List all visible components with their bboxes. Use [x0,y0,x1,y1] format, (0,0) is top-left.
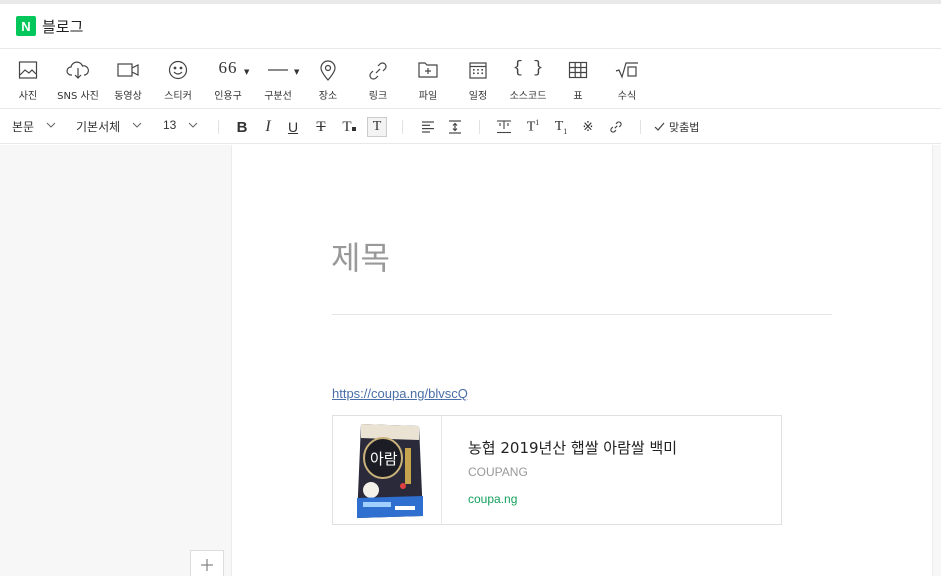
video-button[interactable]: 동영상 [112,49,144,109]
reference-mark-icon: ※ [582,119,594,135]
title-divider [332,314,832,315]
place-button[interactable]: 장소 [314,49,342,109]
paragraph-style-select[interactable]: 본문 [12,118,34,135]
subscript-icon: T1 [554,118,568,136]
sns-photo-button[interactable]: SNS 사진 [54,49,102,109]
chevron-down-icon[interactable] [131,119,143,131]
video-label: 동영상 [114,91,142,102]
card-site-name: COUPANG [468,465,528,479]
calendar-icon [469,62,487,79]
separator [640,120,641,134]
product-thumbnail: 아람 [333,416,442,524]
naver-logo[interactable]: N [16,16,36,36]
background-color-button[interactable]: T [367,117,387,137]
card-domain: coupa.ng [468,492,518,506]
font-size-select[interactable]: 13 [163,118,176,132]
og-link-card[interactable]: 아람 농협 2019년산 햅쌀 아람쌀 백미 COUPANG coupa.ng [332,415,782,525]
letter-spacing-icon [497,120,511,134]
smiley-icon [168,60,188,80]
quote-dropdown-icon[interactable]: ▼ [244,68,249,76]
square-root-icon [615,62,638,79]
italic-icon: I [265,118,271,135]
table-label: 표 [573,91,583,102]
link-icon [610,121,622,133]
italic-button[interactable]: I [260,117,276,137]
spellcheck-button[interactable]: 맞춤법 [654,117,699,137]
left-margin-pane [0,145,232,576]
source-code-button[interactable]: { } 소스코드 [506,49,550,109]
format-toolbar: 본문 기본서체 13 B I U T T T T1 T1 ※ 맞춤법 [0,110,941,144]
spellcheck-label: 맞춤법 [669,121,700,134]
line-height-button[interactable] [447,117,463,137]
sticker-label: 스티커 [164,91,192,102]
format-link-button[interactable] [608,117,624,137]
font-family-select[interactable]: 기본서체 [76,118,120,135]
add-component-button[interactable] [190,550,224,576]
strikethrough-icon: T [316,118,326,135]
bold-icon: B [236,118,248,136]
underline-button[interactable]: U [285,117,301,137]
underline-icon: U [287,119,299,135]
table-grid-icon [568,61,588,79]
file-button[interactable]: 파일 [414,49,442,109]
file-label: 파일 [418,91,438,102]
letter-spacing-button[interactable] [495,117,513,137]
map-pin-icon [320,60,336,81]
insert-toolbar: 사진 SNS 사진 동영상 스티커 66 ▼ 인용구 ▼ 구분선 장소 링크 파… [0,49,941,109]
formula-button[interactable]: 수식 [612,49,642,109]
sns-photo-label: SNS 사진 [57,91,99,102]
rice-bag-image: 아람 [357,424,423,518]
separator [479,120,480,134]
link-button[interactable]: 링크 [364,49,392,109]
link-label: 링크 [368,91,388,102]
folder-plus-icon [418,62,438,78]
horizontal-line-icon [268,69,288,71]
separator [402,120,403,134]
font-color-icon: T [342,119,356,136]
text-background-icon: T [372,119,382,134]
line-height-icon [449,120,461,134]
card-title: 농협 2019년산 햅쌀 아람쌀 백미 [468,439,678,457]
chevron-down-icon[interactable] [187,119,199,131]
link-url[interactable]: https://coupa.ng/blvscQ [332,386,468,401]
check-icon [654,122,665,131]
divider-button[interactable]: ▼ 구분선 [262,49,299,109]
plus-icon [201,559,213,571]
quote-button[interactable]: 66 ▼ 인용구 [210,49,249,109]
photo-label: 사진 [18,91,38,102]
image-icon [18,61,38,79]
strikethrough-button[interactable]: T [313,117,329,137]
place-label: 장소 [318,91,338,102]
schedule-label: 일정 [468,91,488,102]
sticker-button[interactable]: 스티커 [162,49,194,109]
divider-dropdown-icon[interactable]: ▼ [294,68,299,76]
font-color-button[interactable]: T [339,117,359,137]
title-input[interactable]: 제목 [331,233,390,279]
bold-button[interactable]: B [234,117,250,137]
video-camera-icon [117,63,139,77]
app-title[interactable]: 블로그 [42,16,83,37]
separator [218,120,219,134]
align-button[interactable] [420,117,436,137]
schedule-button[interactable]: 일정 [464,49,492,109]
table-button[interactable]: 표 [564,49,592,109]
quote-label: 인용구 [214,91,242,102]
cloud-download-icon [66,61,89,79]
photo-button[interactable]: 사진 [14,49,42,109]
right-margin-pane [932,145,941,576]
formula-label: 수식 [617,91,637,102]
align-left-icon [422,121,434,133]
superscript-button[interactable]: T1 [523,117,543,137]
link-icon [369,62,387,80]
svg-text:아람: 아람 [370,450,398,468]
source-code-label: 소스코드 [509,91,547,102]
quote-icon: 66 [218,58,238,77]
divider-label: 구분선 [264,91,292,102]
braces-icon: { } [512,59,544,78]
superscript-icon: T1 [526,118,540,135]
special-character-button[interactable]: ※ [580,117,596,137]
subscript-button[interactable]: T1 [551,117,571,137]
app-header: N 블로그 [0,4,941,49]
chevron-down-icon[interactable] [45,119,57,131]
